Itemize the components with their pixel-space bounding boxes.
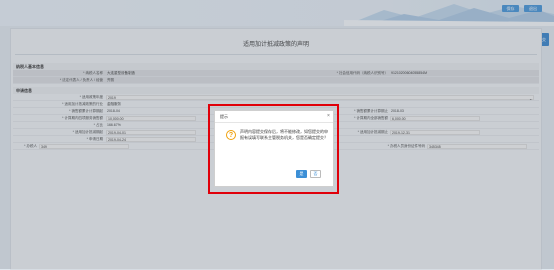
close-icon[interactable]: ×: [327, 113, 330, 119]
confirm-yes-button[interactable]: 是: [296, 170, 307, 178]
question-icon: ?: [226, 130, 236, 140]
dialog-title: 提示: [220, 114, 228, 119]
dialog-message: 声明内容提交保存后，将不能修改，如您提交的申报有误填写联系主管税务机关，您是否确…: [240, 129, 328, 140]
confirm-no-button[interactable]: 否: [310, 170, 321, 178]
confirm-dialog: 提示 × ? 声明内容提交保存后，将不能修改，如您提交的申报有误填写联系主管税务…: [214, 110, 334, 187]
dialog-divider: [215, 122, 333, 123]
